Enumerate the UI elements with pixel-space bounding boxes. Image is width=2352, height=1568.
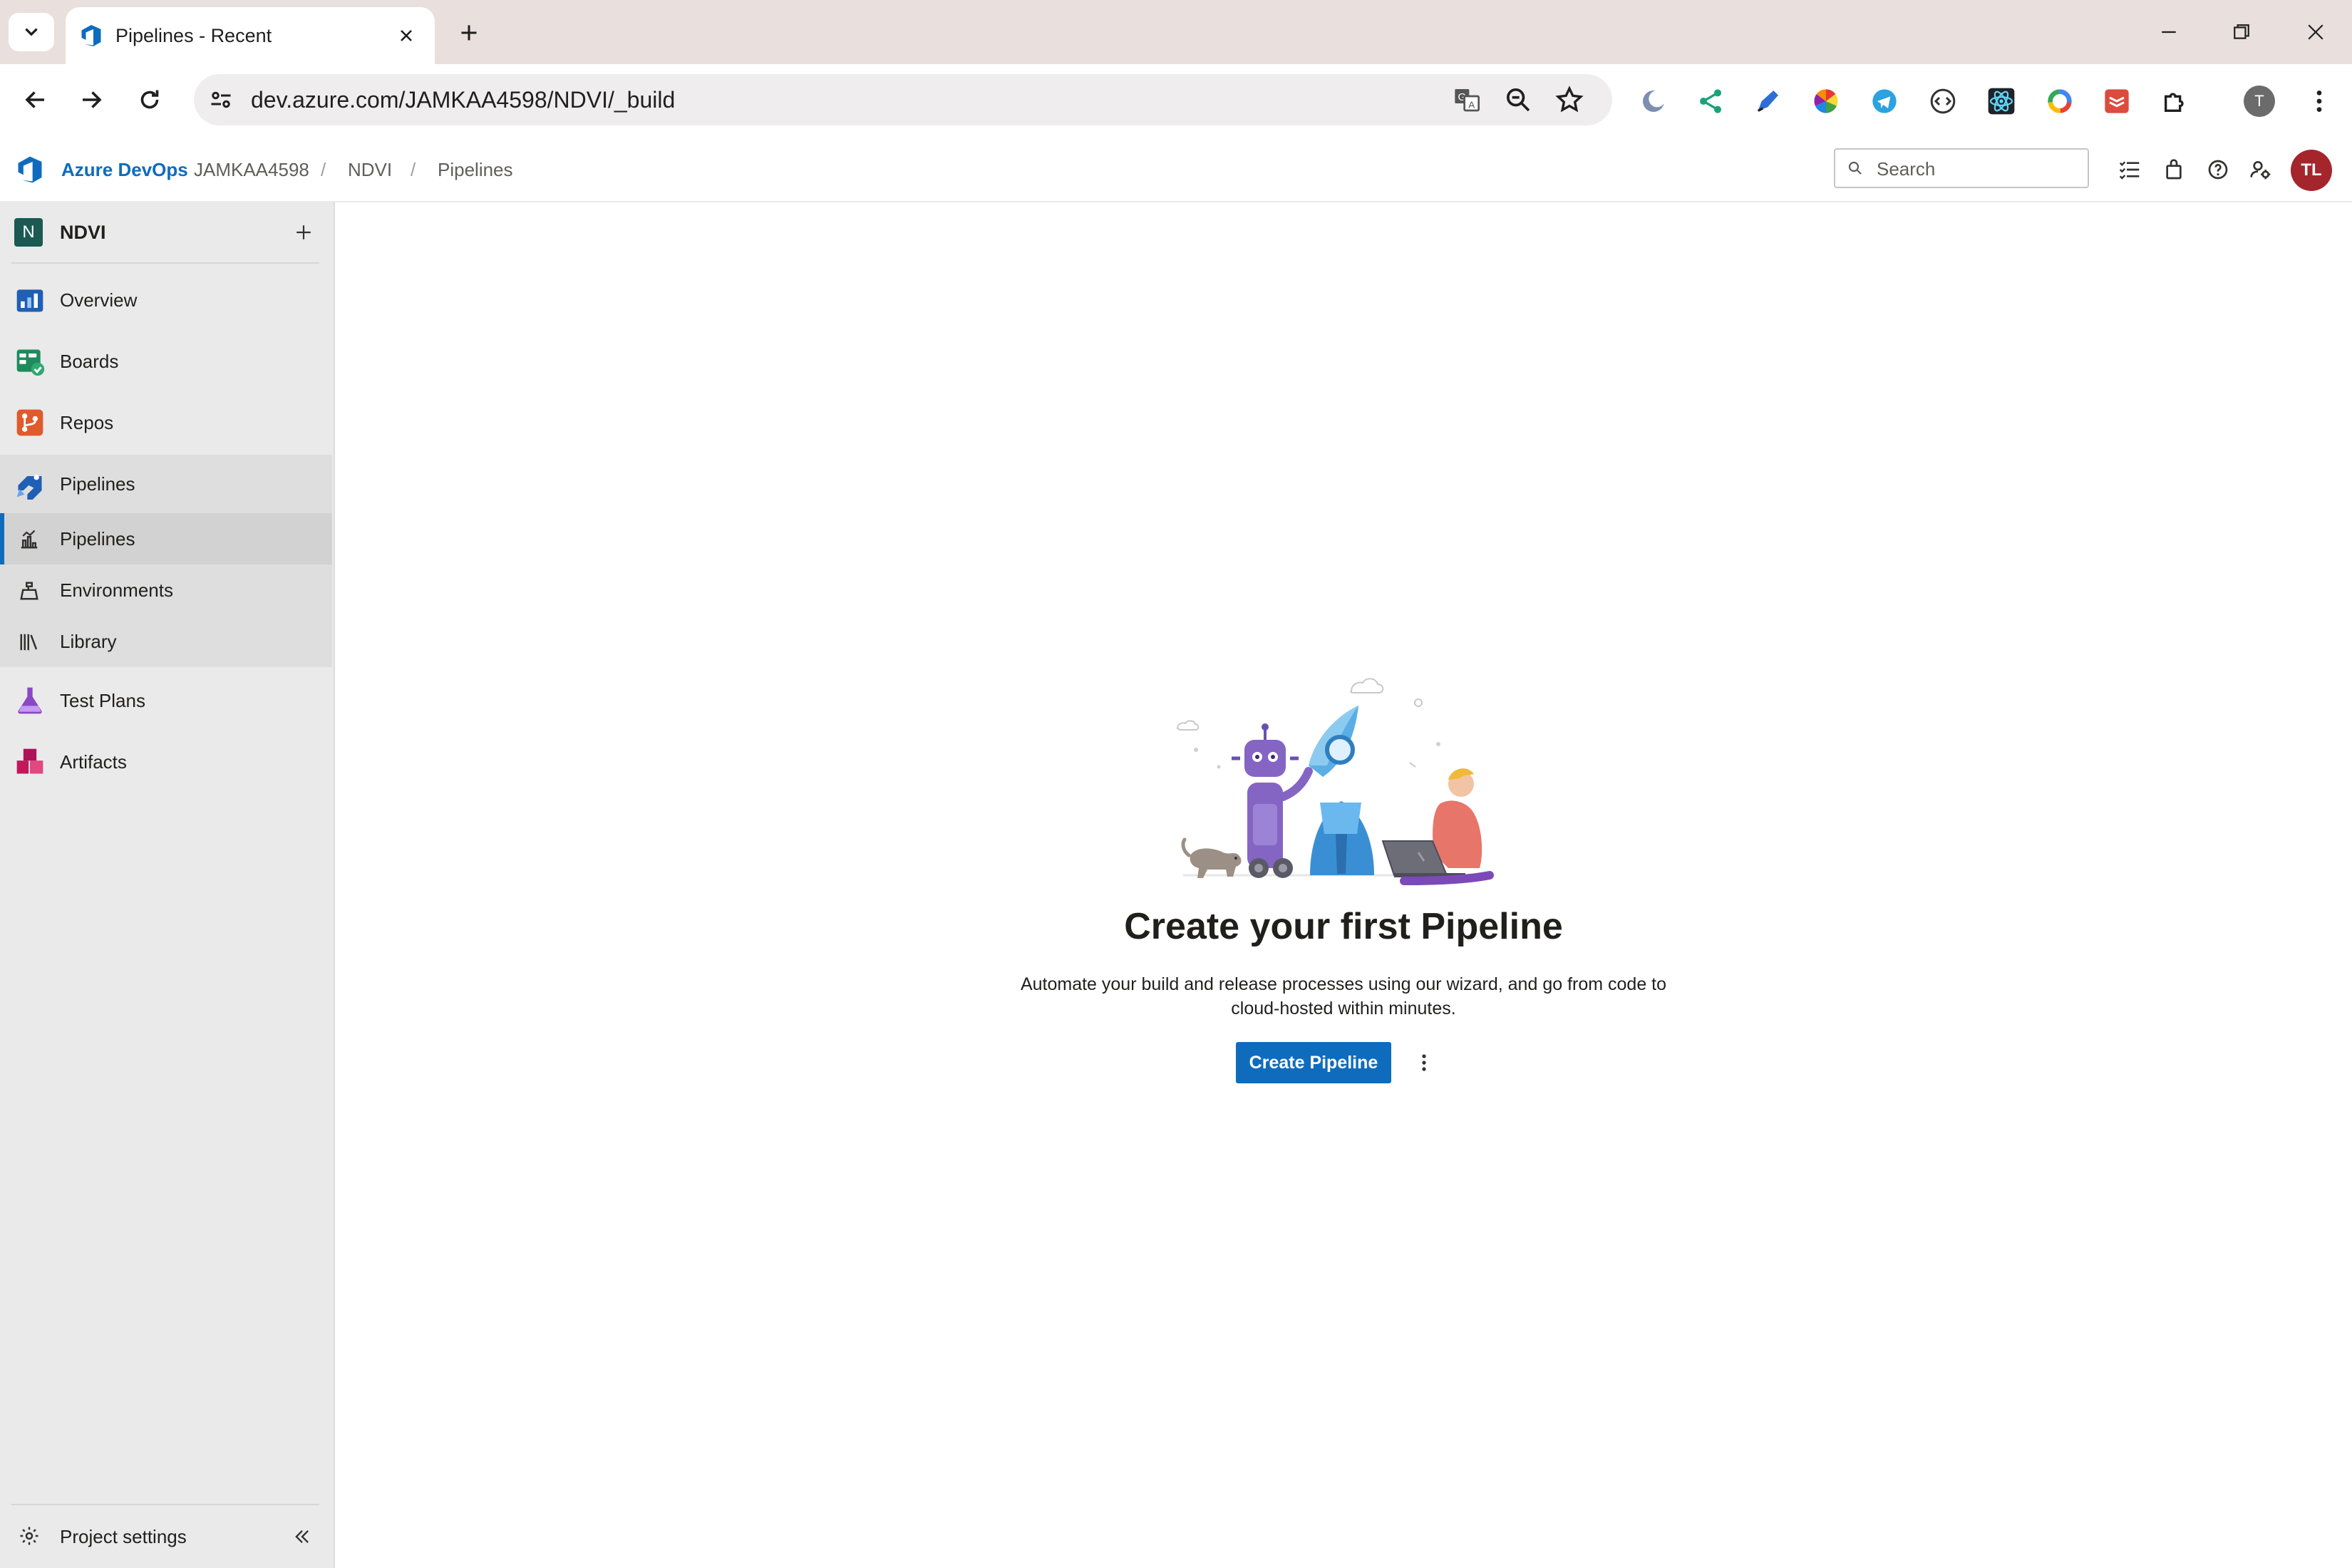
extension-pen-icon[interactable] <box>1750 84 1785 118</box>
site-info-icon[interactable] <box>208 87 234 113</box>
profile-initial: T <box>2244 86 2275 117</box>
chevron-down-icon <box>22 23 41 41</box>
overview-icon <box>14 284 46 316</box>
translate-icon[interactable]: GA <box>1453 86 1481 114</box>
project-sidebar: N NDVI Overview Boards Repos Pipelines P… <box>0 202 335 1568</box>
divider <box>11 262 319 264</box>
sidebar-item-label: Pipelines <box>60 473 135 495</box>
breadcrumb-separator: / <box>321 159 326 180</box>
extension-ring-icon[interactable] <box>2043 84 2077 118</box>
sidebar-subitem-label: Pipelines <box>60 528 135 550</box>
extension-telegram-icon[interactable] <box>1867 84 1902 118</box>
zoom-icon[interactable] <box>1504 86 1532 114</box>
browser-profile-icon[interactable]: T <box>2242 84 2276 118</box>
new-tab-button[interactable] <box>453 17 485 48</box>
azure-devops-header: Azure DevOps JAMKAA4598 / NDVI / Pipelin… <box>0 138 2352 202</box>
sidebar-item-test-plans[interactable]: Test Plans <box>0 671 332 730</box>
sidebar-subitem-label: Environments <box>60 579 173 601</box>
sidebar-item-label: Test Plans <box>60 690 145 711</box>
work-items-list-icon[interactable] <box>2115 155 2144 184</box>
brand-link[interactable]: Azure DevOps <box>61 138 188 201</box>
extension-todoist-icon[interactable] <box>2100 84 2134 118</box>
test-plans-icon <box>14 685 46 716</box>
extensions-puzzle-icon[interactable] <box>2158 84 2192 118</box>
url-text: dev.azure.com/JAMKAA4598/NDVI/_build <box>251 87 676 113</box>
search-box[interactable] <box>1834 148 2089 188</box>
pipelines-icon <box>14 468 46 500</box>
gear-icon <box>19 1525 40 1547</box>
close-tab-icon[interactable] <box>393 23 419 48</box>
user-settings-icon[interactable] <box>2247 155 2275 184</box>
back-button[interactable] <box>16 80 56 120</box>
sidebar-subitem-label: Library <box>60 631 117 652</box>
sidebar-item-label: Artifacts <box>60 751 127 773</box>
marketplace-bag-icon[interactable] <box>2160 155 2188 184</box>
user-avatar[interactable]: TL <box>2291 150 2332 191</box>
project-settings-label: Project settings <box>60 1526 187 1547</box>
restore-window-icon[interactable] <box>2222 13 2261 51</box>
divider <box>11 1504 319 1505</box>
sidebar-subitem-pipelines[interactable]: Pipelines <box>0 513 332 564</box>
library-icon <box>19 631 40 653</box>
browser-menu-icon[interactable] <box>2302 84 2336 118</box>
arrow-right-icon <box>78 87 104 113</box>
browser-tab-active[interactable]: Pipelines - Recent <box>66 7 435 64</box>
add-icon[interactable] <box>289 218 318 247</box>
address-bar[interactable]: dev.azure.com/JAMKAA4598/NDVI/_build GA <box>194 74 1612 125</box>
azure-devops-logo-icon[interactable] <box>14 154 46 185</box>
svg-text:A: A <box>1468 100 1475 110</box>
project-name[interactable]: NDVI <box>60 218 106 247</box>
close-window-icon[interactable] <box>2296 13 2335 51</box>
breadcrumb-pipelines[interactable]: Pipelines <box>438 138 513 201</box>
help-icon[interactable] <box>2204 155 2232 184</box>
extension-blue-crescent-icon[interactable] <box>1636 84 1671 118</box>
create-pipeline-button[interactable]: Create Pipeline <box>1236 1042 1391 1083</box>
repos-icon <box>14 407 46 438</box>
artifacts-icon <box>14 746 46 778</box>
sidebar-item-label: Overview <box>60 289 138 311</box>
breadcrumb-project[interactable]: NDVI <box>348 138 392 201</box>
sidebar-item-artifacts[interactable]: Artifacts <box>0 733 332 791</box>
browser-toolbar: dev.azure.com/JAMKAA4598/NDVI/_build GA … <box>0 64 2352 140</box>
more-options-icon[interactable] <box>1410 1045 1438 1080</box>
breadcrumb-separator: / <box>411 159 416 180</box>
sidebar-item-boards[interactable]: Boards <box>0 332 332 391</box>
main-content: Create your first Pipeline Automate your… <box>335 202 2352 1568</box>
sidebar-item-label: Repos <box>60 412 114 433</box>
reload-icon <box>137 87 163 113</box>
tab-title: Pipelines - Recent <box>115 25 272 46</box>
extension-code-icon[interactable] <box>1926 84 1960 118</box>
browser-tab-strip: Pipelines - Recent <box>0 0 2352 64</box>
empty-state-description: Automate your build and release processe… <box>1020 974 1667 1018</box>
pipelines-sub-icon <box>19 529 40 550</box>
search-icon <box>1847 160 1864 177</box>
extension-color-wheel-icon[interactable] <box>1809 84 1843 118</box>
collapse-sidebar-icon[interactable] <box>288 1522 316 1551</box>
extension-react-icon[interactable] <box>1984 84 2018 118</box>
arrow-left-icon <box>23 87 48 113</box>
project-settings-link[interactable]: Project settings <box>0 1508 332 1565</box>
bookmark-star-icon[interactable] <box>1555 86 1584 114</box>
sidebar-item-label: Boards <box>60 351 119 372</box>
breadcrumb-organization[interactable]: JAMKAA4598 <box>194 138 309 201</box>
project-badge: N <box>14 218 43 247</box>
tab-search-button[interactable] <box>9 13 54 51</box>
empty-state-illustration <box>1169 676 1568 889</box>
minimize-window-icon[interactable] <box>2150 13 2188 51</box>
reload-button[interactable] <box>130 80 170 120</box>
forward-button[interactable] <box>71 80 111 120</box>
sidebar-subitem-environments[interactable]: Environments <box>0 564 332 616</box>
sidebar-item-repos[interactable]: Repos <box>0 393 332 452</box>
sidebar-item-overview[interactable]: Overview <box>0 271 332 329</box>
empty-state-title: Create your first Pipeline <box>1124 906 1563 947</box>
search-input[interactable] <box>1875 155 2078 182</box>
azure-devops-favicon-icon <box>78 23 104 48</box>
extension-share-icon[interactable] <box>1693 84 1728 118</box>
sidebar-subitem-library[interactable]: Library <box>0 616 332 667</box>
environments-icon <box>19 580 40 602</box>
sidebar-item-pipelines[interactable]: Pipelines <box>0 455 332 513</box>
boards-icon <box>14 346 46 377</box>
